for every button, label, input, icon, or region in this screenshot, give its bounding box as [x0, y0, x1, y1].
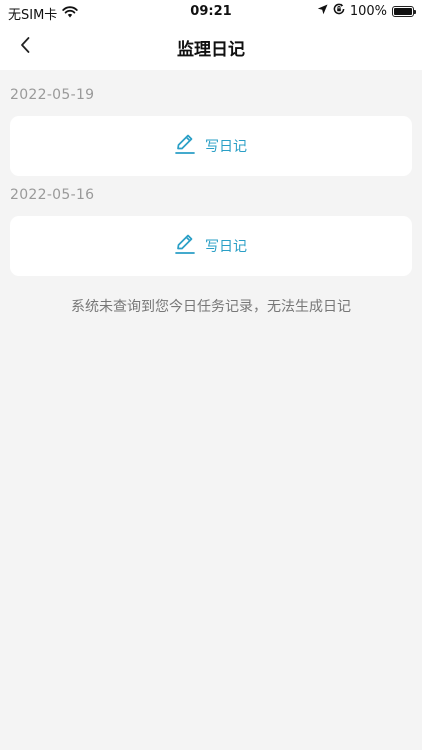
- battery-fill: [394, 7, 412, 15]
- battery-percent: 100%: [349, 3, 387, 19]
- entry-date: 2022-05-19: [10, 87, 95, 103]
- entry-date: 2022-05-16: [10, 187, 95, 203]
- battery-icon: [392, 5, 416, 17]
- status-bar: 无SIM卡 09:21 100%: [0, 0, 422, 24]
- page-title: 监理日记: [177, 40, 245, 60]
- write-diary-label: 写日记: [205, 239, 247, 255]
- no-task-notice: 系统未查询到您今日任务记录，无法生成日记: [71, 299, 351, 315]
- location-arrow-icon: [317, 4, 328, 19]
- write-diary-label: 写日记: [205, 139, 247, 155]
- write-diary-button[interactable]: 写日记: [10, 216, 412, 276]
- write-diary-button[interactable]: 写日记: [10, 116, 412, 176]
- pencil-edit-icon: [175, 233, 195, 259]
- rotation-lock-icon: [333, 3, 345, 19]
- diary-screen: 无SIM卡 09:21 100% 监理日记 2022-05-19 写日记 202…: [0, 0, 422, 750]
- nav-bar: 监理日记: [0, 24, 422, 70]
- pencil-edit-icon: [175, 133, 195, 159]
- status-right: 100%: [317, 3, 416, 19]
